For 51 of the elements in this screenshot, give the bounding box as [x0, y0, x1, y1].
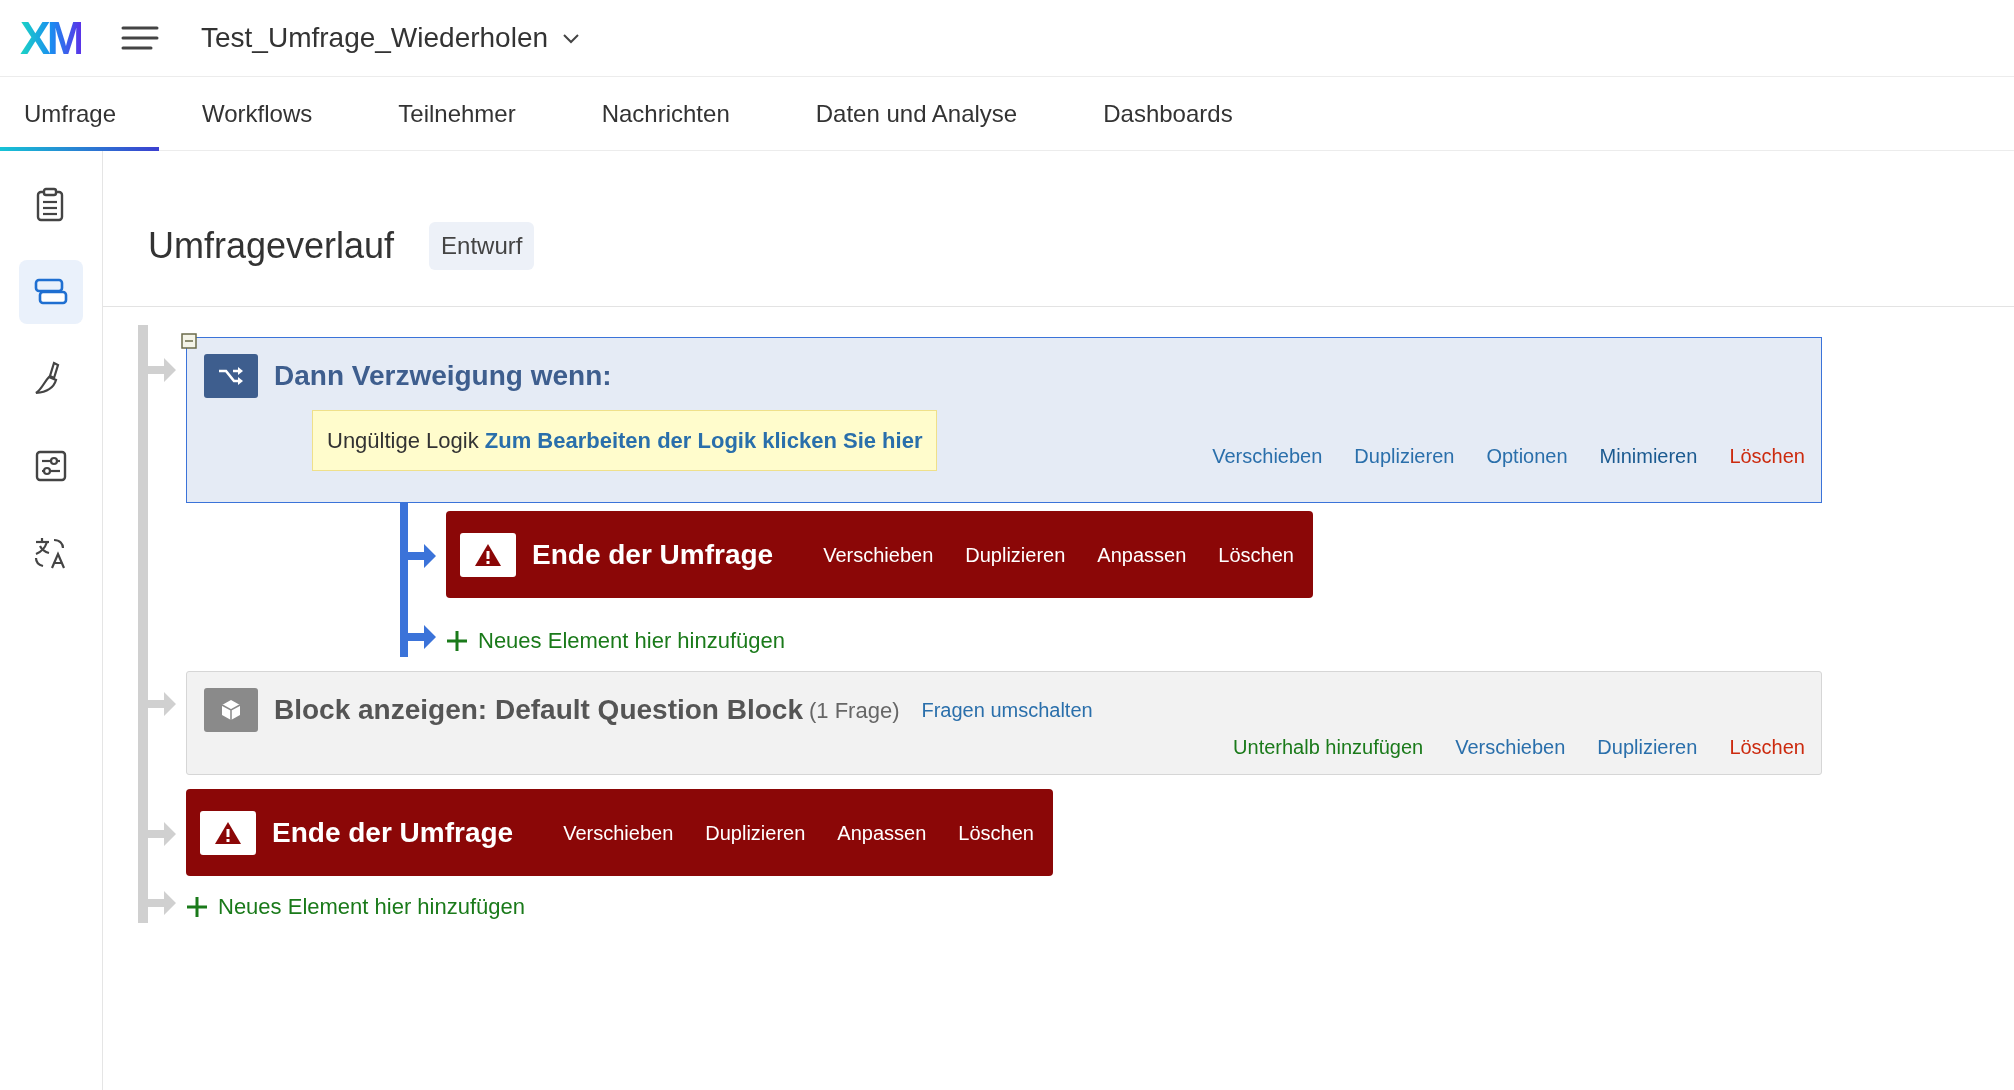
action-link[interactable]: Löschen — [1729, 441, 1805, 471]
survey-title-dropdown[interactable]: Test_Umfrage_Wiederholen — [201, 17, 581, 59]
action-link[interactable]: Löschen — [1218, 539, 1294, 570]
arrow-icon — [148, 689, 178, 719]
warning-icon — [460, 532, 516, 577]
tab[interactable]: Dashboards — [1060, 77, 1276, 151]
plus-icon — [446, 629, 468, 652]
element-title: Block anzeigen: Default Question Block — [274, 693, 803, 727]
action-link[interactable]: Duplizieren — [1597, 732, 1698, 762]
action-link[interactable]: Minimieren — [1599, 441, 1698, 471]
action-link[interactable]: Duplizieren — [1354, 441, 1455, 471]
arrow-icon — [148, 819, 178, 849]
action-link[interactable]: Unterhalb hinzufügen — [1233, 732, 1424, 762]
tab[interactable]: Teilnehmer — [355, 77, 559, 151]
arrow-icon — [148, 888, 178, 918]
sidebar-item[interactable] — [19, 260, 83, 324]
question-count: (1 Frage) — [809, 696, 900, 725]
status-badge: Entwurf — [429, 222, 535, 270]
branch-icon — [204, 354, 258, 398]
action-link[interactable]: Löschen — [958, 817, 1034, 848]
add-element-link[interactable]: Neues Element hier hinzufügen — [446, 624, 785, 657]
edit-logic-link[interactable]: Zum Bearbeiten der Logik klicken Sie hier — [484, 428, 923, 453]
page-title: Umfrageverlauf — [148, 224, 395, 268]
arrow-icon — [408, 541, 438, 571]
plus-icon — [186, 895, 208, 918]
add-element-link[interactable]: Neues Element hier hinzufügen — [186, 890, 525, 923]
action-link[interactable]: Löschen — [1729, 732, 1805, 762]
warning-icon — [200, 810, 256, 855]
menu-icon[interactable] — [121, 25, 159, 51]
action-link[interactable]: Verschieben — [563, 817, 674, 848]
element-title: Ende der Umfrage — [532, 537, 774, 572]
tab[interactable]: Nachrichten — [558, 77, 773, 151]
element-title: Ende der Umfrage — [272, 815, 514, 850]
action-link[interactable]: Duplizieren — [965, 539, 1066, 570]
action-link[interactable]: Verschieben — [1455, 732, 1566, 762]
warning-message: Ungültige Logik Zum Bearbeiten der Logik klicken Sie hier — [312, 410, 938, 471]
action-link[interactable]: Verschieben — [1212, 441, 1323, 471]
toggle-questions-link[interactable]: Fragen umschalten — [921, 695, 1093, 725]
arrow-icon — [408, 622, 438, 652]
action-link[interactable]: Anpassen — [837, 817, 927, 848]
caret-icon — [562, 32, 581, 44]
action-link[interactable]: Duplizieren — [705, 817, 806, 848]
tab[interactable]: Daten und Analyse — [772, 77, 1061, 151]
action-link[interactable]: Anpassen — [1097, 539, 1187, 570]
action-link[interactable]: Verschieben — [823, 539, 934, 570]
arrow-icon — [148, 355, 178, 385]
tab[interactable]: Umfrage — [0, 77, 160, 151]
action-link[interactable]: Optionen — [1486, 441, 1568, 471]
element-title: Dann Verzweigung wenn: — [274, 359, 612, 393]
cube-icon — [204, 688, 258, 732]
tab[interactable]: Workflows — [159, 77, 356, 151]
